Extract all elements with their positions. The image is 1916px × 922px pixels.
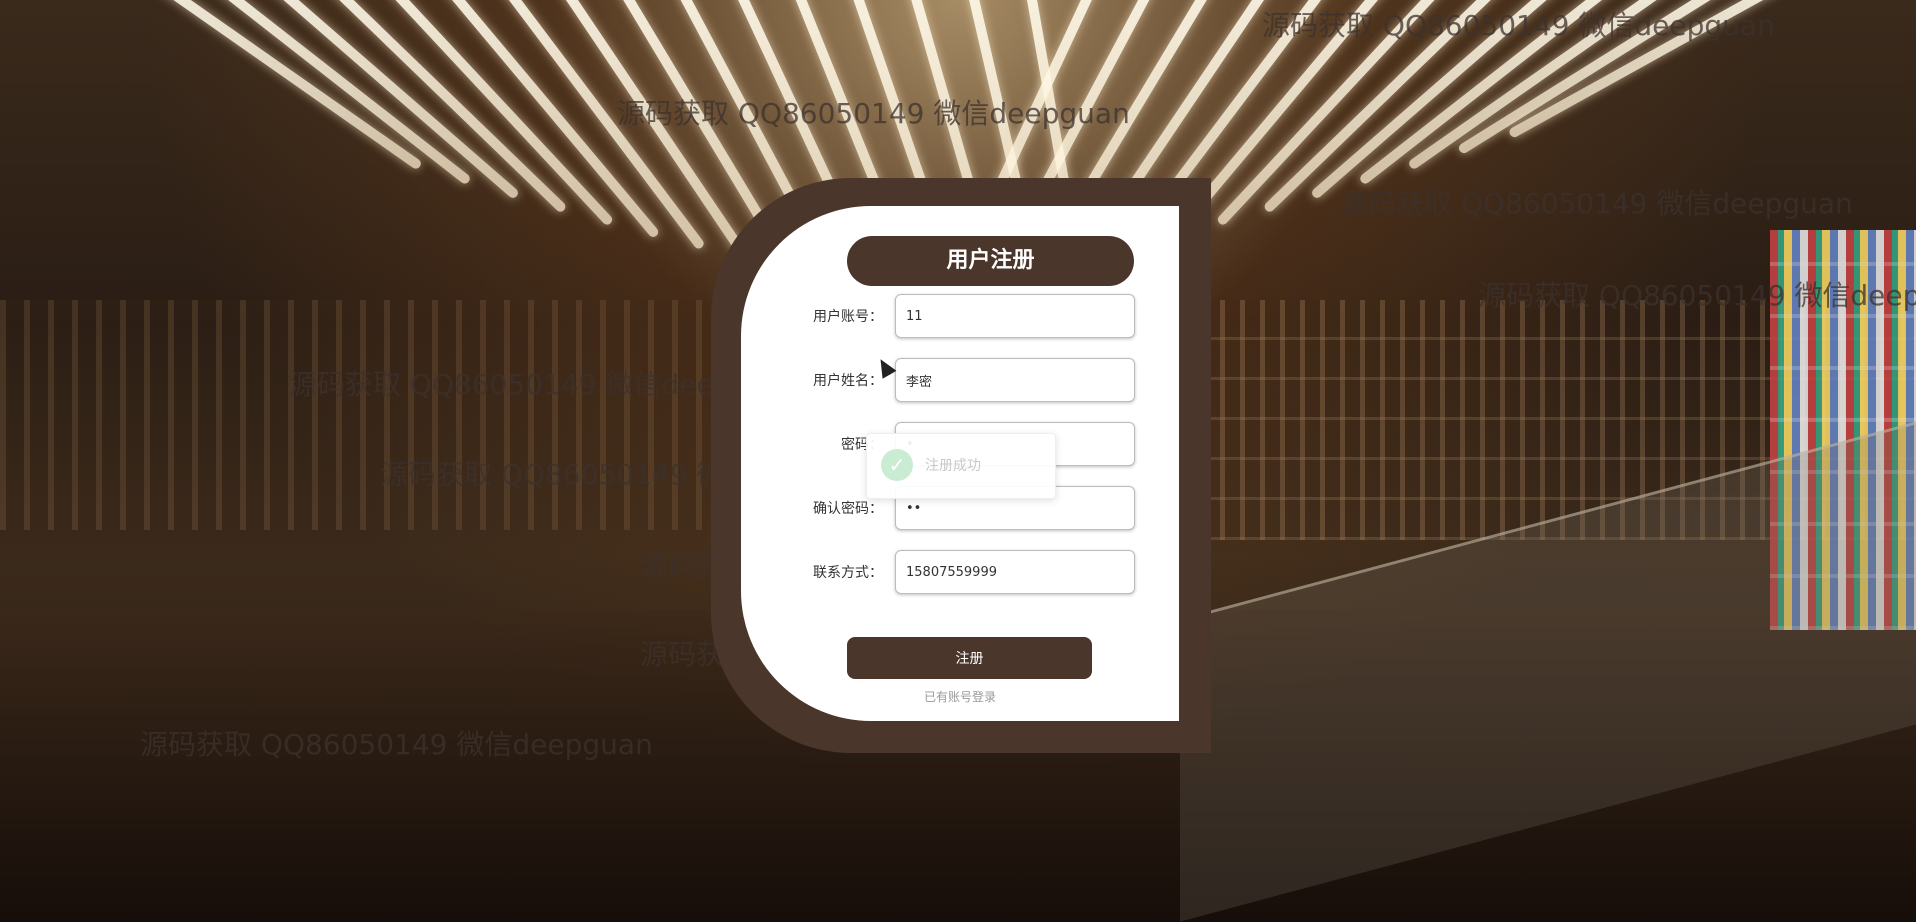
watermark-text: 源码获取 QQ86050149 微信deepguan [140,728,653,761]
phone-row: 联系方式： [741,550,1179,596]
account-input[interactable] [895,294,1135,338]
success-toast: ✓ 注册成功 [866,433,1056,499]
phone-label: 联系方式： [813,565,883,581]
watermark-text: 源码获取 QQ86050149 微信deepguan [617,97,1130,130]
phone-input[interactable] [895,550,1135,594]
register-button[interactable]: 注册 [847,637,1092,679]
account-row: 用户账号： [741,294,1179,340]
login-link[interactable]: 已有账号登录 [741,688,1179,705]
name-row: 用户姓名： [741,358,1179,404]
watermark-text: 源码获取 QQ86050149 微信deepguan [1262,9,1775,42]
check-icon: ✓ [881,449,913,481]
left-shelves-scene [0,300,760,530]
name-input[interactable] [895,358,1135,402]
watermark-text: 源码获取 QQ86050149 微信deepguan [1340,187,1853,220]
account-label: 用户账号： [813,309,883,325]
name-label: 用户姓名： [813,373,883,389]
watermark-text: 源码获取 QQ86050149 微信deepguan [1478,279,1916,312]
toast-message: 注册成功 [925,458,981,474]
form-title: 用户注册 [847,236,1134,286]
